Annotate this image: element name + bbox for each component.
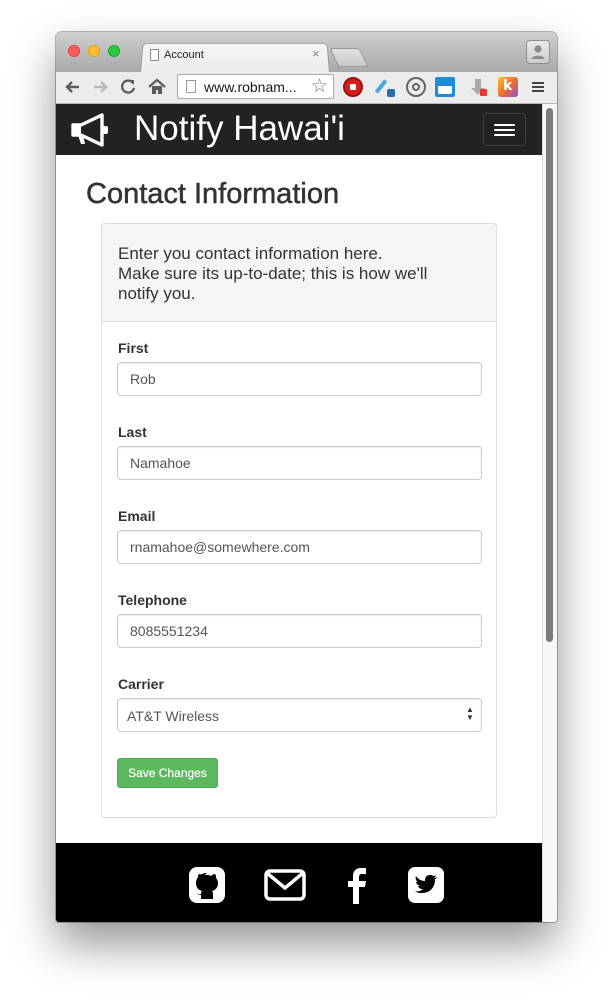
last-name-field[interactable]: [117, 446, 482, 480]
window-minimize-button[interactable]: [88, 45, 100, 57]
address-bar[interactable]: www.robnam... ☆: [177, 74, 334, 99]
browser-toolbar: www.robnam... ☆: [56, 72, 557, 104]
panel-heading: Enter you contact information here. Make…: [102, 224, 496, 322]
facebook-icon[interactable]: [345, 866, 369, 904]
bookmark-star-icon[interactable]: ☆: [311, 75, 328, 98]
url-text: www.robnam...: [204, 79, 297, 95]
forward-icon[interactable]: [89, 75, 111, 99]
email-field[interactable]: [117, 530, 482, 564]
k-extension-icon[interactable]: [498, 77, 518, 97]
email-label: Email: [118, 508, 156, 524]
tab-close-icon[interactable]: ×: [312, 46, 320, 61]
panel-heading-line: Enter you contact information here.: [118, 244, 383, 263]
page-icon: [186, 80, 196, 93]
carrier-select-value: AT&T Wireless: [127, 708, 220, 724]
square-extension-icon[interactable]: [435, 77, 455, 97]
panel-heading-line: Make sure its up-to-date; this is how we…: [118, 264, 428, 283]
web-page: Notify Hawai'i Contact Information Enter…: [56, 104, 542, 922]
profile-icon[interactable]: [526, 40, 550, 64]
first-label: First: [118, 340, 149, 356]
browser-window: Account × www.robnam... ☆ k Notify Hawai…: [56, 32, 557, 922]
github-icon[interactable]: [188, 866, 226, 904]
last-label: Last: [118, 424, 147, 440]
menu-icon[interactable]: [527, 75, 549, 99]
telephone-label: Telephone: [118, 592, 187, 608]
megaphone-icon[interactable]: [69, 112, 111, 148]
twitter-icon[interactable]: [407, 866, 445, 904]
select-arrows-icon: ▲ ▼: [466, 705, 474, 722]
reload-icon[interactable]: [117, 75, 139, 99]
first-name-field[interactable]: [117, 362, 482, 396]
window-maximize-button[interactable]: [108, 45, 120, 57]
home-icon[interactable]: [146, 75, 168, 99]
title-bar: Account ×: [56, 32, 557, 73]
scrollbar-thumb[interactable]: [546, 108, 553, 642]
panel-heading-line: notify you.: [118, 284, 196, 303]
footer: [56, 843, 542, 922]
eyedropper-icon[interactable]: [376, 77, 396, 97]
save-changes-button[interactable]: Save Changes: [117, 758, 218, 788]
window-close-button[interactable]: [68, 45, 80, 57]
carrier-label: Carrier: [118, 676, 164, 692]
brand-title[interactable]: Notify Hawai'i: [134, 109, 345, 149]
circle-extension-icon[interactable]: [406, 77, 426, 97]
mail-icon[interactable]: [263, 866, 307, 904]
back-icon[interactable]: [62, 75, 84, 99]
adblock-stop-icon[interactable]: [343, 77, 363, 97]
page-icon: [150, 49, 159, 61]
new-tab-button[interactable]: [329, 48, 369, 67]
carrier-select[interactable]: AT&T Wireless ▲ ▼: [117, 698, 482, 732]
download-error-badge: [480, 89, 487, 96]
hamburger-icon[interactable]: [483, 113, 526, 146]
tab-title: Account: [164, 49, 204, 61]
page-title: Contact Information: [86, 178, 340, 211]
telephone-field[interactable]: [117, 614, 482, 648]
navbar: Notify Hawai'i: [56, 104, 542, 155]
contact-panel: Enter you contact information here. Make…: [101, 223, 497, 818]
